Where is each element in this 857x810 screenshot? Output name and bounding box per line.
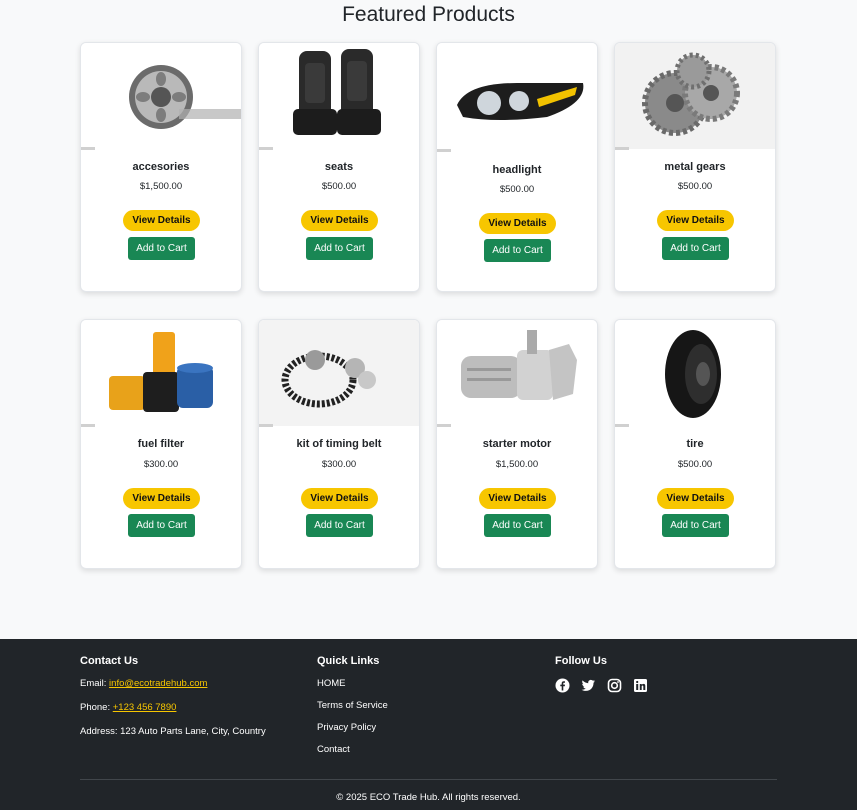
- twitter-icon[interactable]: [581, 678, 596, 693]
- image-placeholder-mark: [437, 424, 451, 427]
- product-card: fuel filter $300.00 View Details Add to …: [80, 319, 242, 569]
- quick-links-section: Quick Links HOME Terms of Service Privac…: [317, 655, 388, 766]
- footer: Contact Us Email: info@ecotradehub.com P…: [0, 639, 857, 810]
- image-placeholder-mark: [259, 147, 273, 150]
- view-details-button[interactable]: View Details: [301, 488, 378, 509]
- fuel-filter-image: [81, 320, 241, 426]
- quick-link-contact[interactable]: Contact: [317, 744, 388, 755]
- image-placeholder-mark: [437, 149, 451, 152]
- add-to-cart-button[interactable]: Add to Cart: [306, 514, 373, 537]
- page-title: Featured Products: [342, 3, 515, 26]
- product-name: headlight: [492, 164, 542, 176]
- product-price: $500.00: [321, 181, 357, 192]
- product-card: metal gears $500.00 View Details Add to …: [614, 42, 776, 292]
- view-details-button[interactable]: View Details: [479, 213, 556, 234]
- footer-divider: [80, 779, 777, 780]
- product-card: starter motor $1,500.00 View Details Add…: [436, 319, 598, 569]
- contact-heading: Contact Us: [80, 655, 139, 667]
- image-placeholder-mark: [615, 147, 629, 150]
- product-price: $1,500.00: [495, 459, 539, 470]
- email-label: Email:: [80, 678, 110, 689]
- headlight-image: [437, 43, 597, 151]
- product-name: fuel filter: [137, 438, 185, 450]
- view-details-button[interactable]: View Details: [657, 210, 734, 231]
- email-link[interactable]: info@ecotradehub.com: [109, 678, 207, 689]
- instagram-icon[interactable]: [607, 678, 622, 693]
- wheel-rim-image: [81, 43, 241, 149]
- view-details-button[interactable]: View Details: [123, 210, 200, 231]
- add-to-cart-button[interactable]: Add to Cart: [128, 237, 195, 260]
- view-details-button[interactable]: View Details: [479, 488, 556, 509]
- product-price: $500.00: [677, 459, 713, 470]
- product-card: tire $500.00 View Details Add to Cart: [614, 319, 776, 569]
- view-details-button[interactable]: View Details: [123, 488, 200, 509]
- product-name: seats: [324, 161, 354, 173]
- image-placeholder-mark: [259, 424, 273, 427]
- quick-link-home[interactable]: HOME: [317, 678, 388, 689]
- email-line: Email: info@ecotradehub.com: [80, 678, 266, 689]
- product-price: $300.00: [321, 459, 357, 470]
- product-name: metal gears: [664, 161, 726, 173]
- product-name: tire: [686, 438, 704, 450]
- follow-heading: Follow Us: [555, 655, 607, 667]
- product-card: accesories $1,500.00 View Details Add to…: [80, 42, 242, 292]
- image-placeholder-mark: [615, 424, 629, 427]
- follow-section: Follow Us: [555, 655, 648, 693]
- add-to-cart-button[interactable]: Add to Cart: [662, 514, 729, 537]
- phone-line: Phone: +123 456 7890: [80, 702, 266, 713]
- product-name: starter motor: [482, 438, 552, 450]
- view-details-button[interactable]: View Details: [301, 210, 378, 231]
- product-card: kit of timing belt $300.00 View Details …: [258, 319, 420, 569]
- facebook-icon[interactable]: [555, 678, 570, 693]
- image-placeholder-mark: [81, 424, 95, 427]
- quick-link-privacy[interactable]: Privacy Policy: [317, 722, 388, 733]
- product-price: $1,500.00: [139, 181, 183, 192]
- phone-link[interactable]: +123 456 7890: [113, 702, 177, 713]
- add-to-cart-button[interactable]: Add to Cart: [306, 237, 373, 260]
- product-price: $300.00: [143, 459, 179, 470]
- timing-belt-image: [259, 320, 419, 426]
- copyright: © 2025 ECO Trade Hub. All rights reserve…: [336, 792, 521, 803]
- address-line: Address: 123 Auto Parts Lane, City, Coun…: [80, 726, 266, 737]
- linkedin-icon[interactable]: [633, 678, 648, 693]
- add-to-cart-button[interactable]: Add to Cart: [662, 237, 729, 260]
- quick-link-terms[interactable]: Terms of Service: [317, 700, 388, 711]
- starter-motor-image: [437, 320, 597, 426]
- phone-label: Phone:: [80, 702, 113, 713]
- product-price: $500.00: [499, 184, 535, 195]
- car-seats-image: [259, 43, 419, 149]
- product-card: headlight $500.00 View Details Add to Ca…: [436, 42, 598, 292]
- product-card: seats $500.00 View Details Add to Cart: [258, 42, 420, 292]
- add-to-cart-button[interactable]: Add to Cart: [128, 514, 195, 537]
- tire-image: [615, 320, 775, 426]
- add-to-cart-button[interactable]: Add to Cart: [484, 514, 551, 537]
- image-placeholder-mark: [81, 147, 95, 150]
- contact-section: Contact Us Email: info@ecotradehub.com P…: [80, 655, 266, 750]
- product-price: $500.00: [677, 181, 713, 192]
- social-links: [555, 678, 648, 693]
- product-name: kit of timing belt: [296, 438, 382, 450]
- view-details-button[interactable]: View Details: [657, 488, 734, 509]
- quick-links-heading: Quick Links: [317, 655, 380, 667]
- metal-gears-image: [615, 43, 775, 149]
- add-to-cart-button[interactable]: Add to Cart: [484, 239, 551, 262]
- product-name: accesories: [132, 161, 190, 173]
